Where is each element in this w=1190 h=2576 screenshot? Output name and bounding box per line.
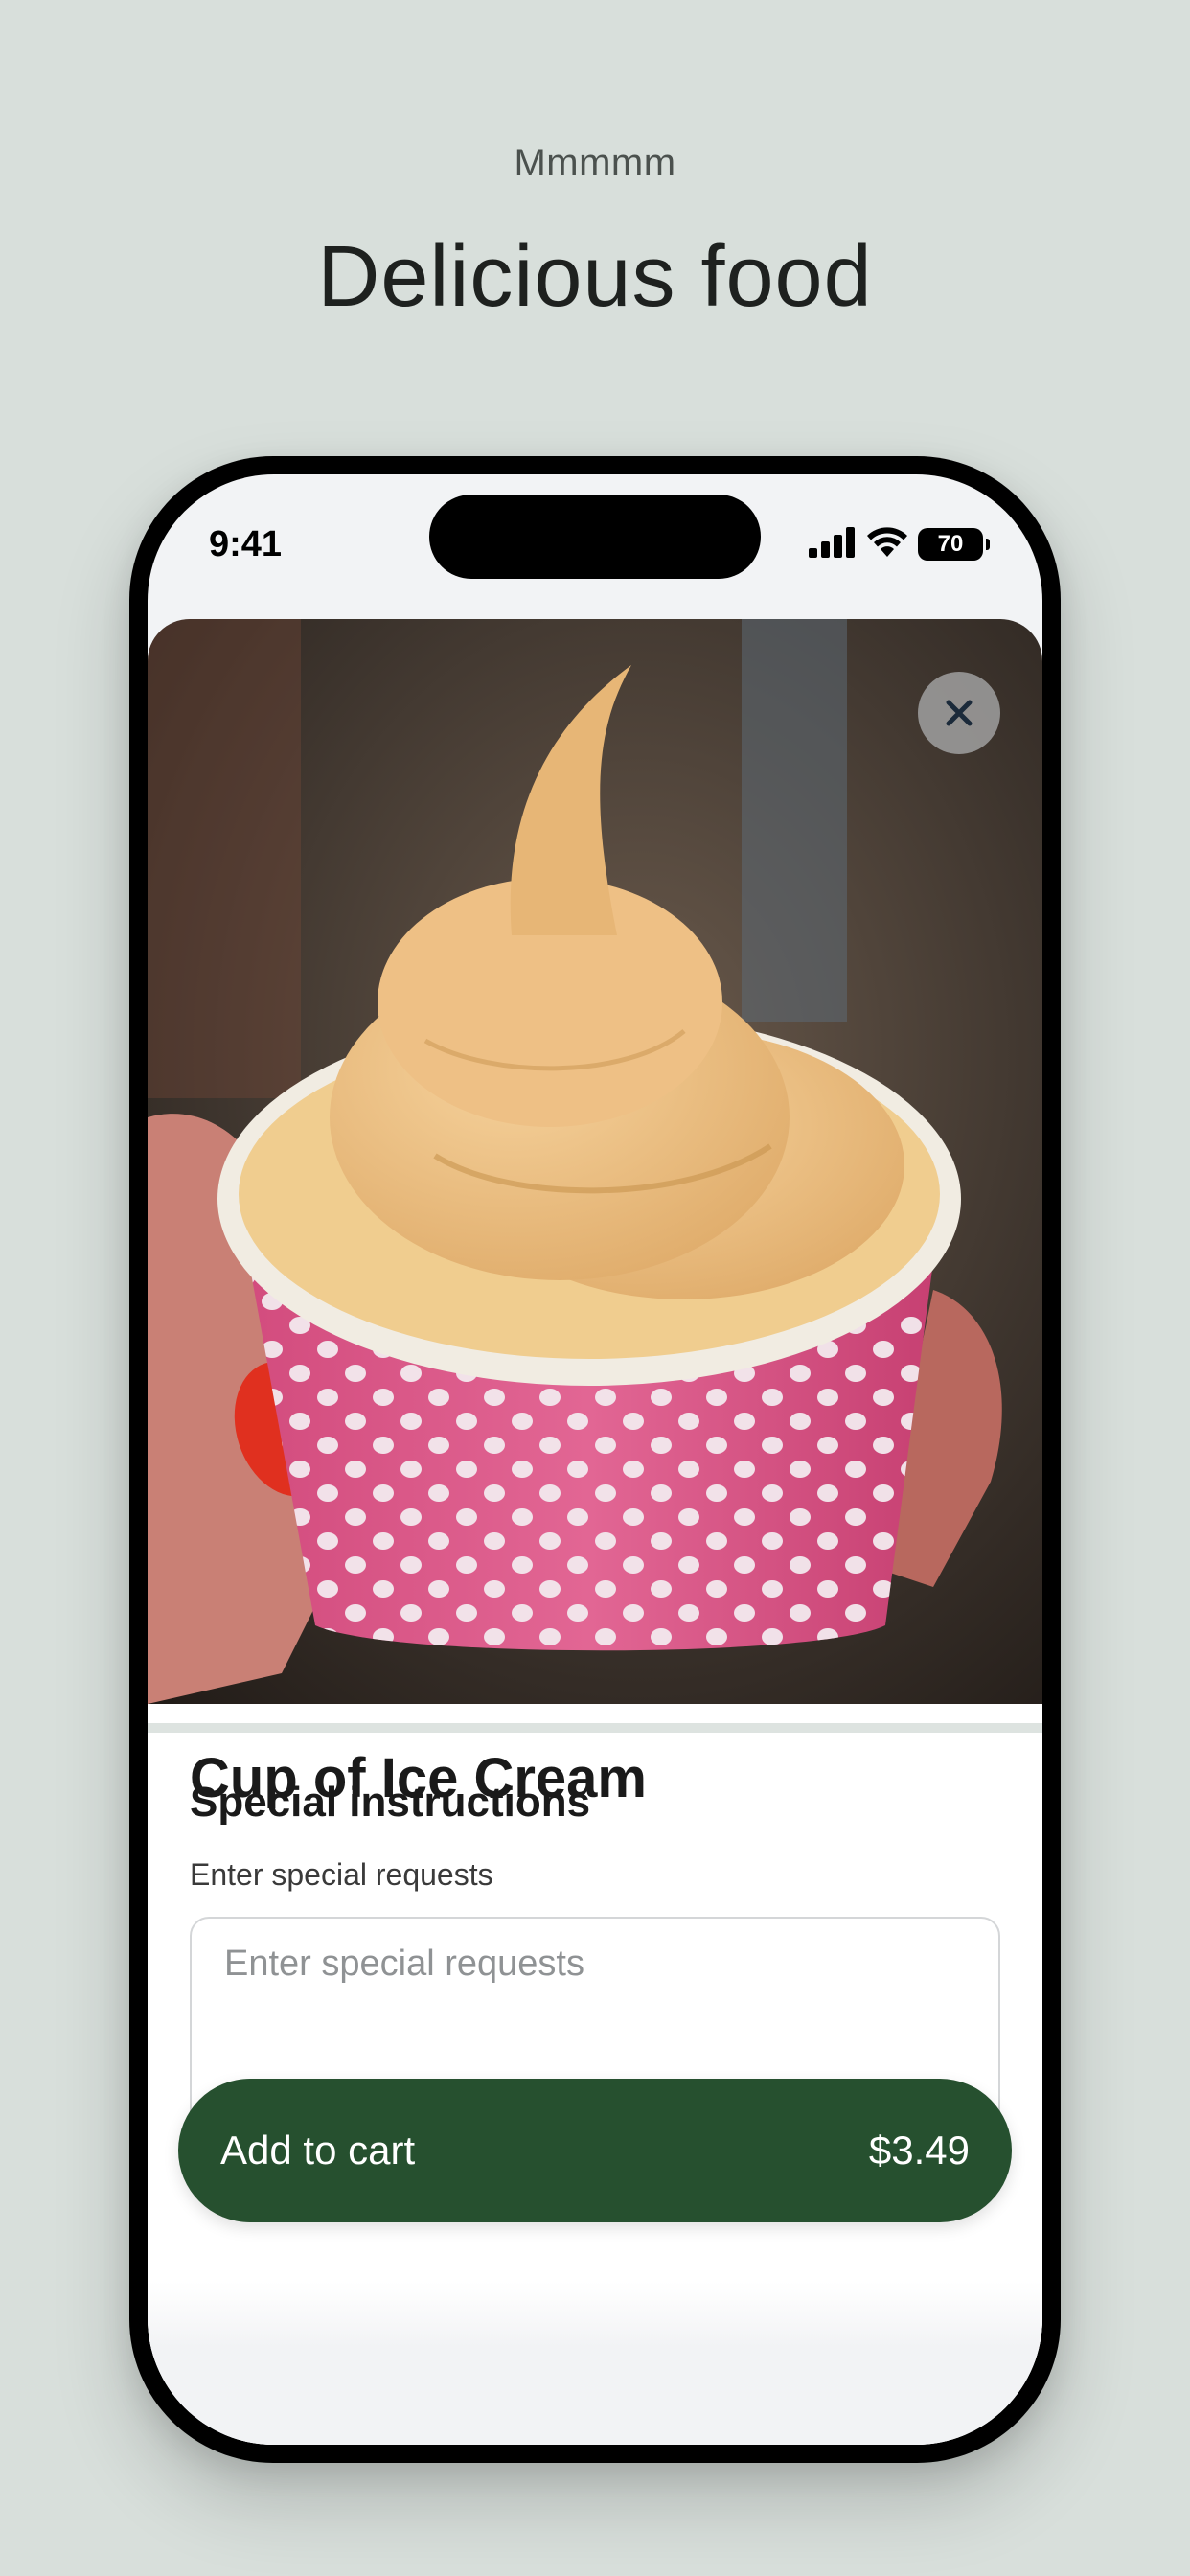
signal-icon — [809, 526, 857, 563]
marketing-eyebrow: Mmmmm — [514, 142, 676, 184]
add-to-cart-label: Add to cart — [220, 2128, 416, 2173]
section-divider — [148, 1723, 1042, 1733]
special-instructions-title: Special instructions — [190, 1779, 591, 1826]
special-instructions-subtitle: Enter special requests — [190, 1857, 493, 1892]
status-time: 9:41 — [209, 524, 283, 564]
marketing-headline: Delicious food — [317, 229, 873, 325]
phone-frame: 9:41 70 Cup of Ice Cream Special instruc… — [129, 456, 1061, 2463]
item-photo — [148, 619, 1042, 1704]
cart-price: $3.49 — [868, 2128, 970, 2173]
status-icons: 70 — [809, 526, 990, 563]
status-bar: 9:41 70 — [148, 474, 1042, 618]
close-button[interactable] — [918, 672, 1000, 754]
battery-icon: 70 — [918, 528, 990, 561]
wifi-icon — [866, 526, 908, 563]
add-to-cart-button[interactable]: Add to cart $3.49 — [178, 2079, 1012, 2222]
close-icon — [946, 700, 973, 726]
phone-screen: 9:41 70 Cup of Ice Cream Special instruc… — [148, 474, 1042, 2445]
dynamic-island — [429, 494, 761, 579]
bottom-fade — [148, 2282, 1042, 2445]
